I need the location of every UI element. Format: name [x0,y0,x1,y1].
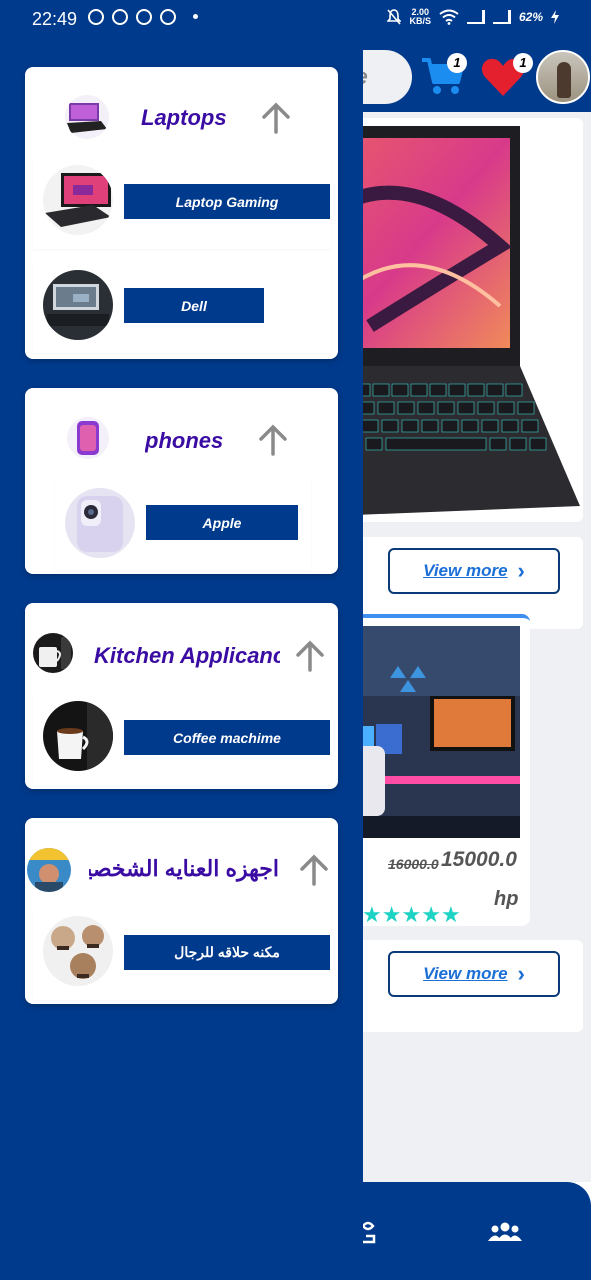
user-avatar[interactable] [536,50,590,104]
wifi-icon [439,9,459,25]
category-card-phones: phones Apple [25,388,338,574]
coffee-machine-thumb [43,701,113,771]
new-price: 15000.0 [441,848,517,871]
cart-count-badge: 1 [447,53,467,73]
dell-thumb [43,270,113,340]
collapse-arrow-up-icon[interactable] [258,424,288,456]
signal-icon-2 [492,10,511,24]
network-speed: 2.00 KB/S [409,7,431,26]
more-notifications-dot [193,14,198,19]
subcategory-row-apple[interactable]: Apple [55,476,311,570]
collapse-arrow-up-icon[interactable] [295,640,325,672]
star-icon: ★ [401,902,422,927]
collapse-arrow-up-icon[interactable] [299,854,329,886]
cart-icon[interactable]: 1 [420,53,467,98]
view-more-label: View more [423,561,508,580]
charging-icon [551,10,559,24]
wishlist-heart-icon[interactable]: 1 [480,53,533,98]
category-card-personal-care: اجهزه العنايه الشخصيه مكنه حلاقه للرجال [25,818,338,1004]
category-title-laptops: Laptops [141,105,227,130]
status-time: 22:49 [32,9,78,29]
shaver-thumb [43,916,113,986]
category-title-phones: phones [145,428,224,453]
star-icon: ★ [381,902,402,927]
subcategory-label-shaver: مكنه حلاقه للرجال [124,935,330,970]
old-price: 16000.0 [388,856,439,872]
product-card-laptop[interactable] [330,118,583,522]
view-more-button-2[interactable]: View more › [388,951,560,997]
view-more-label: View more [423,964,508,983]
chevron-right-icon: › [517,558,525,583]
mute-icon [387,9,402,25]
subcategory-label-apple: Apple [146,505,298,540]
bottom-navigation [330,1182,591,1280]
pinterest-icon [160,9,176,25]
subcategory-row-coffee-machine[interactable]: Coffee machime [33,691,331,785]
wishlist-count-badge: 1 [513,53,533,73]
kitchen-category-thumb [33,633,73,673]
chevron-right-icon: › [517,961,525,986]
category-card-kitchen: Kitchen Applicanc Coffee machime [25,603,338,789]
rating-stars: ★★★★★ [362,902,461,928]
product-brand: hp [494,888,519,910]
subcategory-row-dell[interactable]: Dell [33,259,331,353]
signal-icon [466,10,485,24]
laptop-gaming-thumb [43,165,113,235]
star-icon: ★ [421,902,441,927]
category-title-kitchen: Kitchen Applicanc [94,643,280,668]
category-title-personal-care: اجهزه العنايه الشخصيه [89,856,279,881]
subcategory-label-dell: Dell [124,288,264,323]
subcategory-label-laptop-gaming: Laptop Gaming [124,184,330,219]
notification-icons [88,9,176,25]
laptops-category-thumb [65,95,109,139]
phones-category-thumb [67,417,109,459]
star-icon: ★ [362,902,382,927]
subcategory-row-laptop-gaming[interactable]: Laptop Gaming [33,155,331,249]
collapse-arrow-up-icon[interactable] [261,102,291,134]
battery-level: 62% [518,10,543,24]
community-nav-icon[interactable] [488,1222,522,1242]
vpn-icon [136,9,152,25]
star-icon: ★ [440,902,461,927]
subcategory-label-coffee-machine: Coffee machime [124,720,330,755]
subcategory-row-shaver[interactable]: مكنه حلاقه للرجال [33,906,331,1000]
status-bar: 22:49 2.00 KB/S 62% [0,0,591,38]
category-card-laptops: Laptops Laptop Gaming Dell [25,67,338,359]
view-more-button[interactable]: View more › [388,548,560,594]
category-drawer: Laptops Laptop Gaming Dell phones Apple [0,38,363,1280]
apple-thumb [65,488,135,558]
whatsapp-icon [88,9,104,25]
personal-care-category-thumb [27,848,71,892]
laptop-product-image [330,126,580,516]
snapchat-icon [112,9,128,25]
